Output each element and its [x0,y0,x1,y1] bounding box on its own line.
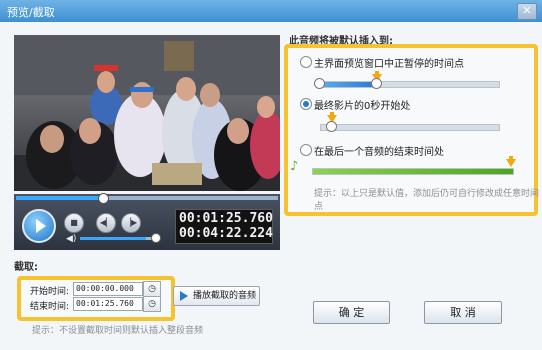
next-frame-button[interactable]: ▕▶ [121,213,141,233]
cut-hint: 提示：不设置截取时间则默认插入整段音频 [32,326,204,336]
start-time-input[interactable]: 00:00:00.000 [73,282,143,296]
stop-button[interactable]: ■ [64,213,84,233]
option-movie-start-track [320,124,500,131]
cut-heading: 截取: [14,262,38,273]
set-start-time-button[interactable]: ◷ [143,281,161,297]
close-icon: ✕ [522,4,532,17]
end-time-label: 结束时间: [30,302,70,312]
seek-bar-progress [16,196,103,200]
insert-hint: 提示：以上只是默认值，添加后仍可自行修改成任意时间点 [314,189,540,212]
time-display: 00:01:25.760 00:04:22.224 [175,209,273,244]
play-icon [180,291,188,301]
current-time: 00:01:25.760 [179,211,273,226]
preview-cut-dialog: 预览/截取 ✕ ■ ◀▏ ▕▶ ◀) 00:01:25.760 00:04:22… [0,0,542,350]
volume-handle[interactable] [151,233,161,243]
volume-level [80,237,146,240]
title-bar: 预览/截取 ✕ [0,0,542,22]
clock-icon: ◷ [148,299,156,309]
play-cut-audio-button[interactable]: 播放截取的音频 [173,286,260,306]
option-paused-time-radio[interactable] [300,56,312,68]
clock-icon: ◷ [148,284,156,294]
stop-icon: ■ [70,218,78,227]
seek-bar[interactable] [16,196,278,200]
music-note-icon: ♪ [290,159,299,174]
video-frame-image [14,35,280,191]
cancel-button[interactable]: 取 消 [424,301,502,324]
option-paused-time-label: 主界面预览窗口中正暂停的时间点 [314,59,464,70]
pause-icon [314,78,325,89]
play-cut-audio-label: 播放截取的音频 [193,291,257,301]
close-button[interactable]: ✕ [517,3,537,20]
start-time-label: 开始时间: [30,287,70,297]
play-button[interactable] [22,209,56,243]
paused-time-fill [321,82,377,87]
play-icon [36,219,46,233]
end-time-input[interactable]: 00:01:25.760 [73,297,143,311]
paused-time-marker [371,78,382,89]
down-arrow-icon [506,159,516,167]
option-movie-start-radio[interactable] [300,98,312,110]
option-last-audio-end-label: 在最后一个音频的结束时间处 [314,147,444,158]
option-paused-time-track [320,81,500,88]
volume-slider[interactable] [80,237,155,240]
window-title: 预览/截取 [7,6,55,19]
total-time: 00:04:22.224 [179,226,273,241]
video-preview [14,35,280,191]
movie-start-marker [326,121,337,132]
audio-track-fill [313,169,513,174]
ok-button[interactable]: 确 定 [313,301,390,324]
previous-frame-button[interactable]: ◀▏ [96,213,116,233]
set-end-time-button[interactable]: ◷ [143,296,161,312]
next-frame-icon: ▕▶ [124,218,138,227]
option-last-audio-end-track [312,168,514,175]
option-movie-start-label: 最终影片的0秒开始处 [314,101,411,112]
option-last-audio-end-radio[interactable] [300,144,312,156]
volume-icon[interactable]: ◀) [66,234,76,244]
previous-frame-icon: ◀▏ [99,218,113,227]
